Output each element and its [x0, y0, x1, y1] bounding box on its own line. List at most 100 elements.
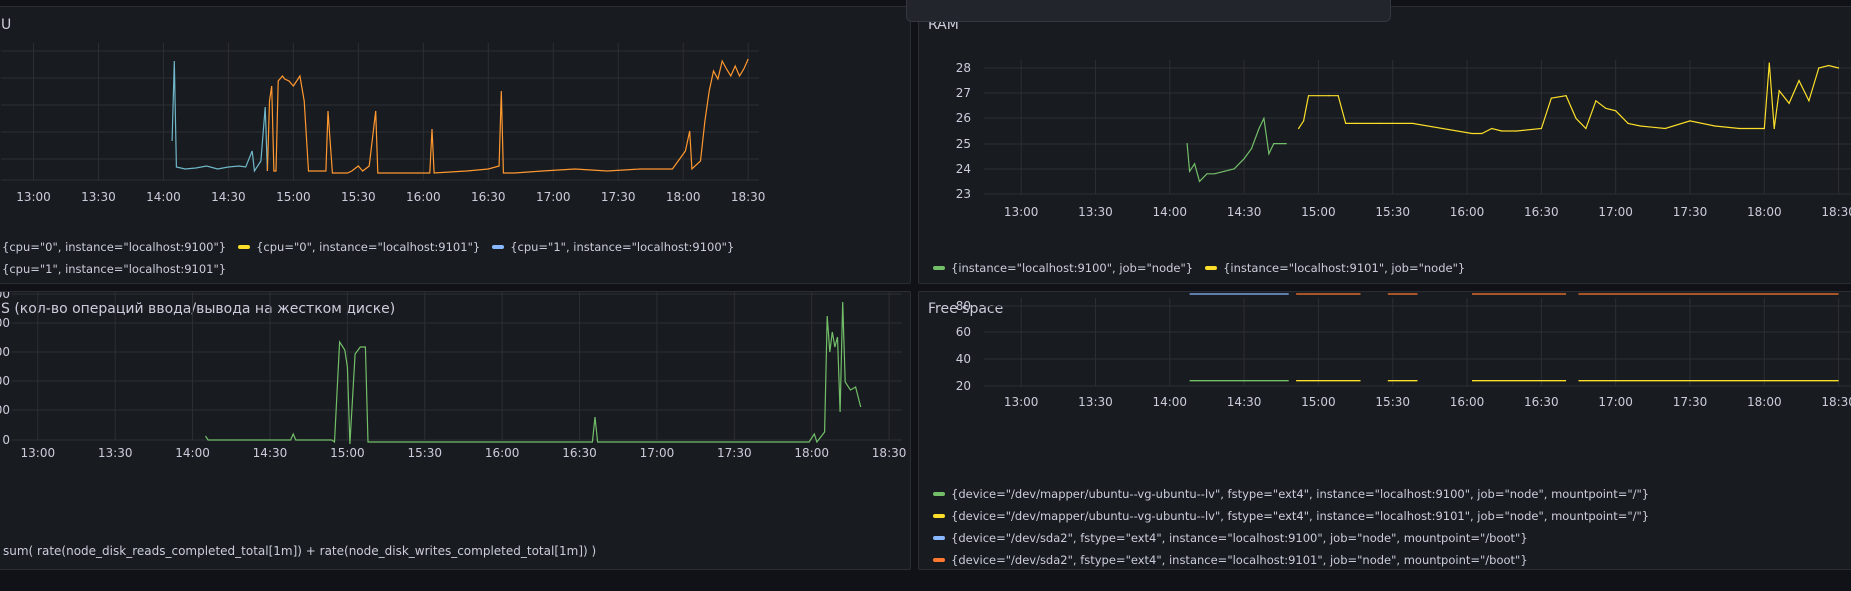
- x-tick-label: 15:30: [1375, 395, 1410, 409]
- x-tick-label: 13:30: [98, 446, 133, 460]
- legend-item[interactable]: {device="/dev/mapper/ubuntu--vg-ubuntu--…: [933, 505, 1649, 527]
- y-tick-label: 60: [956, 325, 971, 339]
- x-tick-label: 14:30: [1227, 205, 1262, 219]
- ram-legend: {instance="localhost:9100", job="node"} {…: [933, 257, 1477, 279]
- legend-label: {cpu="1", instance="localhost:9100"}: [510, 240, 735, 254]
- legend-label: {cpu="0", instance="localhost:9100"}: [2, 240, 227, 254]
- iops-chart[interactable]: 13:00 13:30 14:00 14:30 15:00 15:30 16:00 16:30…: [0, 292, 911, 570]
- y-tick-label: 20: [956, 379, 971, 393]
- y-tick-label: 00: [0, 316, 10, 330]
- x-tick-label: 17:00: [536, 190, 571, 204]
- legend-item[interactable]: {device="/dev/sda2", fstype="ext4", inst…: [933, 527, 1649, 549]
- x-tick-label: 17:00: [1598, 395, 1633, 409]
- x-tick-label: 18:30: [1821, 395, 1851, 409]
- y-tick-label: 0: [2, 433, 10, 447]
- ram-series-line: [1298, 62, 1839, 135]
- x-tick-label: 17:00: [640, 446, 675, 460]
- x-tick-label: 15:30: [1375, 205, 1410, 219]
- x-tick-label: 14:00: [1152, 395, 1187, 409]
- x-tick-label: 13:30: [81, 190, 116, 204]
- legend-label: {device="/dev/sda2", fstype="ext4", inst…: [951, 553, 1528, 567]
- legend-swatch: [238, 244, 251, 249]
- x-tick-label: 17:30: [601, 190, 636, 204]
- x-tick-label: 14:30: [211, 190, 246, 204]
- x-tick-label: 15:30: [341, 190, 376, 204]
- legend-row: {cpu="1", instance="localhost:9101"}: [2, 258, 746, 280]
- popup-overlay: [906, 0, 1391, 22]
- legend-swatch: [933, 535, 945, 540]
- y-tick-label: 00: [0, 345, 10, 359]
- legend-row: {cpu="0", instance="localhost:9100"} {cpu…: [2, 236, 746, 258]
- x-tick-label: 14:30: [253, 446, 288, 460]
- x-tick-label: 16:00: [406, 190, 441, 204]
- x-tick-label: 18:00: [1747, 395, 1782, 409]
- legend-item[interactable]: {instance="localhost:9101", job="node"}: [1205, 257, 1465, 279]
- x-tick-label: 15:00: [330, 446, 365, 460]
- legend-item[interactable]: {device="/dev/sda2", fstype="ext4", inst…: [933, 549, 1649, 569]
- legend-swatch: [933, 513, 945, 518]
- legend-label: {instance="localhost:9101", job="node"}: [1223, 261, 1466, 275]
- legend-swatch: [933, 557, 945, 562]
- legend-swatch: [933, 265, 945, 270]
- x-tick-label: 14:00: [146, 190, 181, 204]
- legend-item[interactable]: {device="/dev/mapper/ubuntu--vg-ubuntu--…: [933, 483, 1649, 505]
- x-tick-label: 16:30: [1524, 205, 1559, 219]
- x-tick-label: 14:30: [1227, 395, 1262, 409]
- legend-item[interactable]: {cpu="0", instance="localhost:9101"}: [238, 236, 480, 258]
- free-space-legend: {device="/dev/mapper/ubuntu--vg-ubuntu--…: [933, 483, 1649, 569]
- y-tick-label: 00: [0, 292, 10, 301]
- legend-label: {device="/dev/mapper/ubuntu--vg-ubuntu--…: [951, 509, 1650, 523]
- x-tick-label: 13:30: [1078, 395, 1113, 409]
- x-tick-label: 17:00: [1598, 205, 1633, 219]
- y-tick-label: 00: [0, 403, 10, 417]
- x-tick-label: 18:30: [872, 446, 907, 460]
- y-tick-label: 27: [956, 86, 971, 100]
- cpu-series-line: [266, 58, 749, 174]
- iops-query: sum( rate(node_disk_reads_completed_tota…: [3, 544, 597, 558]
- x-tick-label: 16:30: [562, 446, 597, 460]
- y-tick-label: 25: [956, 137, 971, 151]
- legend-swatch: [933, 491, 945, 496]
- x-tick-label: 16:00: [1450, 205, 1485, 219]
- legend-label: {device="/dev/sda2", fstype="ext4", inst…: [951, 531, 1528, 545]
- y-tick-label: 80: [956, 299, 971, 313]
- x-tick-label: 18:00: [666, 190, 701, 204]
- legend-label: {cpu="1", instance="localhost:9101"}: [2, 262, 227, 276]
- legend-item[interactable]: {cpu="1", instance="localhost:9101"}: [2, 258, 226, 280]
- y-tick-label: 40: [956, 352, 971, 366]
- y-tick-label: 23: [956, 187, 971, 201]
- x-tick-label: 13:00: [1004, 395, 1039, 409]
- x-tick-label: 16:00: [485, 446, 520, 460]
- ram-chart[interactable]: 13:00 13:30 14:00 14:30 15:00 15:30 16:00 16:30…: [919, 7, 1851, 284]
- x-tick-label: 13:00: [1004, 205, 1039, 219]
- x-tick-label: 16:30: [1524, 395, 1559, 409]
- x-tick-label: 13:00: [16, 190, 51, 204]
- legend-item[interactable]: {instance="localhost:9100", job="node"}: [933, 257, 1193, 279]
- x-tick-label: 18:00: [1747, 205, 1782, 219]
- legend-label: {cpu="0", instance="localhost:9101"}: [256, 240, 481, 254]
- x-tick-label: 17:30: [717, 446, 752, 460]
- legend-item[interactable]: {cpu="0", instance="localhost:9100"}: [2, 236, 226, 258]
- y-tick-label: 28: [956, 61, 971, 75]
- ram-panel: RAM 13:00 13:30 14:00 14:30 15:00 15:30 16:00 1…: [918, 6, 1851, 284]
- legend-swatch: [492, 244, 505, 249]
- iops-panel: S (кол-во операций ввода/вывода на жестк…: [0, 291, 911, 570]
- y-tick-label: 24: [956, 162, 971, 176]
- free-space-panel: Free space 13:00 13:30 14:00 14:30 15:00 15:3…: [918, 291, 1851, 570]
- legend-item[interactable]: {cpu="1", instance="localhost:9100"}: [492, 236, 734, 258]
- x-tick-label: 13:00: [21, 446, 56, 460]
- cpu-panel: U 13:00 13:30 14:00 14:30 15:00 15:30 16:00 16:…: [0, 6, 911, 284]
- y-tick-label: 26: [956, 111, 971, 125]
- x-tick-label: 16:30: [471, 190, 506, 204]
- legend-label: {instance="localhost:9100", job="node"}: [951, 261, 1194, 275]
- cpu-legend: {cpu="0", instance="localhost:9100"} {cpu…: [2, 236, 746, 280]
- x-tick-label: 18:30: [731, 190, 766, 204]
- x-tick-label: 18:30: [1821, 205, 1851, 219]
- x-tick-label: 15:00: [1301, 395, 1336, 409]
- x-tick-label: 15:30: [407, 446, 442, 460]
- x-tick-label: 15:00: [276, 190, 311, 204]
- ram-series-line: [1186, 116, 1287, 183]
- x-tick-label: 14:00: [175, 446, 210, 460]
- legend-label: {device="/dev/mapper/ubuntu--vg-ubuntu--…: [951, 487, 1650, 501]
- x-tick-label: 18:00: [794, 446, 829, 460]
